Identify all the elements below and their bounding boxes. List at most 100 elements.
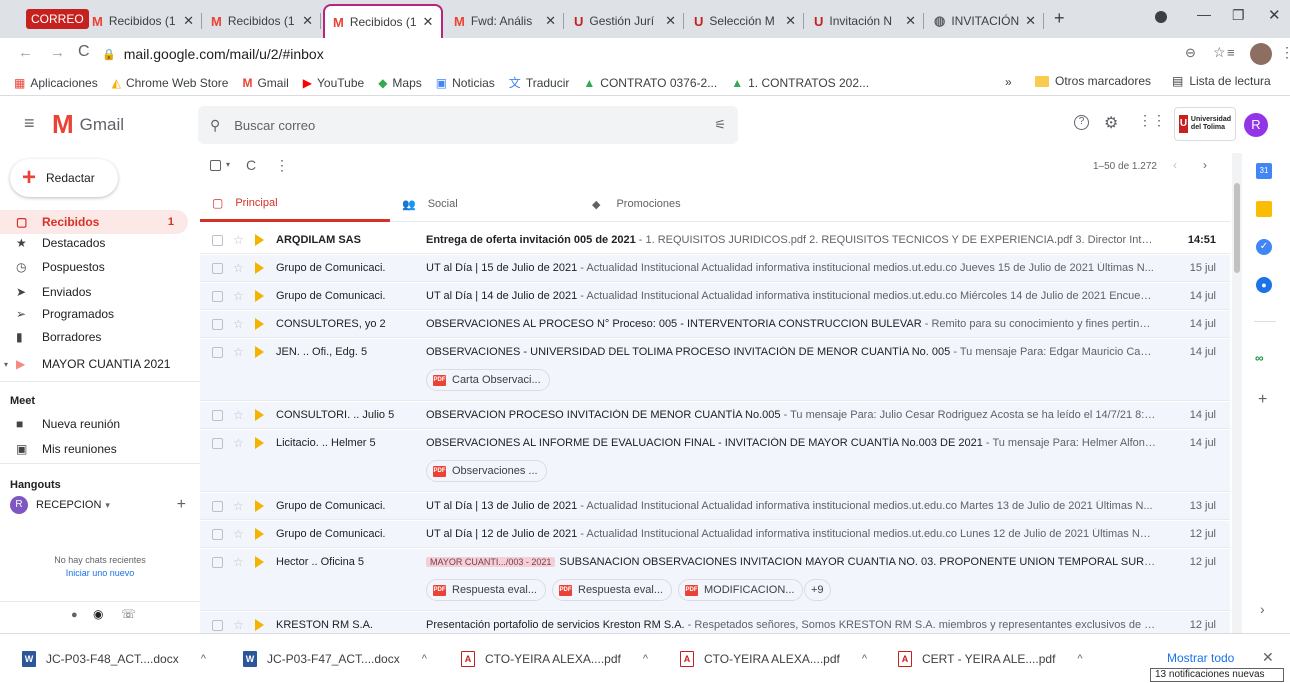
gmail-logo[interactable]: M Gmail: [52, 109, 124, 140]
keep-addon-icon[interactable]: [1256, 201, 1272, 217]
select-all-checkbox[interactable]: [210, 160, 221, 171]
chevron-up-icon[interactable]: ^: [422, 653, 427, 665]
search-bar[interactable]: ⚲ Buscar correo ⚟: [198, 106, 738, 144]
contacts-addon-icon[interactable]: ●: [1256, 277, 1272, 293]
close-icon[interactable]: ✕: [539, 13, 556, 29]
email-row[interactable]: ☆ Grupo de Comunicaci. UT al Día | 13 de…: [200, 493, 1230, 520]
list-scrollbar-track[interactable]: [1232, 153, 1242, 633]
download-item[interactable]: A CTO-YEIRA ALEXA....pdf ^: [461, 646, 648, 672]
important-marker-icon[interactable]: [255, 262, 264, 274]
main-menu-icon[interactable]: ≡: [24, 113, 35, 134]
star-icon[interactable]: ☆: [233, 261, 244, 275]
row-checkbox[interactable]: [212, 529, 223, 540]
forward-arrow-icon[interactable]: →: [50, 44, 65, 61]
attachment-chip[interactable]: PDF Observaciones ...: [426, 460, 547, 482]
email-row[interactable]: ☆ KRESTON RM S.A. Presentación portafoli…: [200, 612, 1230, 633]
chevron-down-icon[interactable]: ▾: [105, 500, 110, 511]
account-avatar[interactable]: R: [1244, 113, 1268, 137]
download-item[interactable]: A CTO-YEIRA ALEXA....pdf ^: [680, 646, 867, 672]
row-checkbox[interactable]: [212, 438, 223, 449]
omnibox[interactable]: 🔒 mail.google.com/mail/u/2/#inbox: [102, 41, 1202, 67]
kebab-menu-icon[interactable]: ⋮: [1280, 44, 1290, 61]
row-checkbox[interactable]: [212, 347, 223, 358]
browser-tab-2[interactable]: M Recibidos (1 ✕: [203, 6, 321, 36]
download-item[interactable]: A CERT - YEIRA ALE....pdf ^: [898, 646, 1083, 672]
browser-tab-5[interactable]: U Gestión Jurí ✕: [566, 6, 684, 36]
attachment-chip[interactable]: PDF MODIFICACION...: [678, 579, 804, 601]
prev-page-icon[interactable]: ‹: [1173, 158, 1177, 172]
bookmark-contrato[interactable]: ▲ CONTRATO 0376-2...: [583, 76, 717, 90]
hangouts-user[interactable]: R RECEPCION ▾ +: [10, 496, 186, 514]
back-arrow-icon[interactable]: ←: [18, 44, 33, 61]
help-icon[interactable]: ?: [1074, 115, 1089, 130]
row-checkbox[interactable]: [212, 235, 223, 246]
chevron-up-icon[interactable]: ^: [201, 653, 206, 665]
important-marker-icon[interactable]: [255, 619, 264, 631]
sidebar-item-sent[interactable]: ➤ Enviados: [0, 280, 188, 304]
email-row[interactable]: ☆ Grupo de Comunicaci. UT al Día | 14 de…: [200, 283, 1230, 310]
star-icon[interactable]: ☆: [233, 345, 244, 359]
star-icon[interactable]: ☆: [233, 436, 244, 450]
attachment-chip[interactable]: PDF Respuesta eval...: [426, 579, 546, 601]
sidebar-item-snoozed[interactable]: ◷ Pospuestos: [0, 255, 188, 279]
email-row[interactable]: ☆ CONSULTORI. .. Julio 5 OBSERVACION PRO…: [200, 402, 1230, 429]
chevron-up-icon[interactable]: ^: [643, 653, 648, 665]
browser-tab-6[interactable]: U Selección M ✕: [686, 6, 804, 36]
star-icon[interactable]: ☆: [233, 499, 244, 513]
expand-panel-icon[interactable]: ›: [1260, 601, 1265, 617]
row-checkbox[interactable]: [212, 557, 223, 568]
tab-social[interactable]: 👥 Social: [390, 186, 580, 222]
close-downloads-icon[interactable]: ✕: [1262, 649, 1274, 666]
phone-icon[interactable]: ☏: [121, 607, 136, 621]
tab-promociones[interactable]: ◆ Promociones: [580, 186, 770, 222]
star-icon[interactable]: ☆: [233, 527, 244, 541]
star-icon[interactable]: ☆: [233, 233, 244, 247]
important-marker-icon[interactable]: [255, 556, 264, 568]
chevron-up-icon[interactable]: ^: [862, 653, 867, 665]
important-marker-icon[interactable]: [255, 437, 264, 449]
star-icon[interactable]: ☆: [233, 289, 244, 303]
bookmark-youtube[interactable]: ▶ YouTube: [303, 76, 364, 90]
bookmark-maps[interactable]: ◆ Maps: [378, 76, 422, 90]
contacts-person-icon[interactable]: ●: [71, 609, 78, 621]
email-row[interactable]: ☆ Grupo de Comunicaci. UT al Día | 12 de…: [200, 521, 1230, 548]
bookmark-gmail[interactable]: M Gmail: [242, 76, 288, 90]
meet-new-meeting[interactable]: ■ Nueva reunión: [0, 412, 188, 436]
google-apps-icon[interactable]: ⋮⋮: [1138, 112, 1166, 129]
bookmark-apps[interactable]: ▦ Aplicaciones: [14, 76, 98, 90]
reload-icon[interactable]: C: [78, 43, 90, 61]
email-label-badge[interactable]: MAYOR CUANTI.../003 - 2021: [426, 557, 556, 567]
add-chat-icon[interactable]: +: [177, 496, 186, 514]
row-checkbox[interactable]: [212, 263, 223, 274]
email-row[interactable]: ☆ Licitacio. .. Helmer 5 OBSERVACIONES A…: [200, 430, 1230, 492]
expand-arrow-icon[interactable]: ▾: [4, 360, 16, 369]
email-row[interactable]: ☆ CONSULTORES, yo 2 OBSERVACIONES AL PRO…: [200, 311, 1230, 338]
important-marker-icon[interactable]: [255, 318, 264, 330]
bookmark-star-icon[interactable]: ☆: [1213, 44, 1226, 61]
bookmark-translate[interactable]: 文 Traducir: [509, 74, 570, 91]
minimize-icon[interactable]: —: [1197, 6, 1211, 22]
tasks-addon-icon[interactable]: ✓: [1256, 239, 1272, 255]
select-dropdown-icon[interactable]: ▾: [226, 160, 230, 169]
search-options-icon[interactable]: ⚟: [714, 117, 726, 133]
row-checkbox[interactable]: [212, 620, 223, 631]
reading-list-icon[interactable]: ≡: [1227, 45, 1235, 60]
chat-bubble-icon[interactable]: ◉: [93, 607, 103, 621]
close-icon[interactable]: ✕: [417, 14, 434, 30]
zoom-icon[interactable]: ⊖: [1185, 45, 1196, 61]
row-checkbox[interactable]: [212, 410, 223, 421]
browser-tab-4[interactable]: M Fwd: Anális ✕: [446, 6, 564, 36]
sidebar-item-drafts[interactable]: ▮ Borradores: [0, 325, 188, 349]
email-row[interactable]: ☆ Grupo de Comunicaci. UT al Día | 15 de…: [200, 255, 1230, 282]
close-icon[interactable]: ✕: [779, 13, 796, 29]
important-marker-icon[interactable]: [255, 528, 264, 540]
compose-button[interactable]: + Redactar: [10, 159, 118, 197]
close-icon[interactable]: ✕: [177, 13, 194, 29]
sidebar-item-starred[interactable]: ★ Destacados: [0, 231, 188, 255]
meet-my-meetings[interactable]: ▣ Mis reuniones: [0, 437, 188, 461]
browser-tab-7[interactable]: U Invitación N ✕: [806, 6, 924, 36]
bookmark-webstore[interactable]: ◭ Chrome Web Store: [112, 76, 229, 90]
email-row[interactable]: ☆ Hector .. Oficina 5 MAYOR CUANTI.../00…: [200, 549, 1230, 611]
next-page-icon[interactable]: ›: [1203, 158, 1207, 172]
important-marker-icon[interactable]: [255, 346, 264, 358]
